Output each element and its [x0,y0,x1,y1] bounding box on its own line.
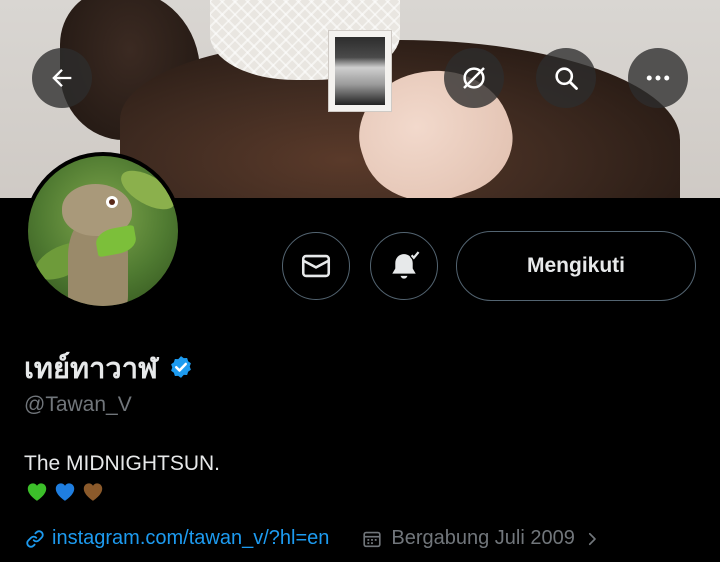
search-icon [555,67,578,90]
message-button[interactable] [282,232,350,300]
joined-date[interactable]: Bergabung Juli 2009 [361,527,600,550]
back-button[interactable] [32,48,92,108]
display-name: เทย์ทาวาฬ [24,351,158,385]
banner-photo [328,30,392,112]
arrow-left-icon [52,69,72,87]
notifications-button[interactable] [370,232,438,300]
joined-date-text: Bergabung Juli 2009 [391,527,575,549]
circle-slash-icon [463,67,485,89]
bio-emoji-row [24,478,106,504]
bio-text: The MIDNIGHTSUN. [24,452,221,475]
more-horizontal-icon [646,75,670,81]
brown-heart-icon [83,483,103,501]
chevron-right-icon [588,532,596,545]
following-button[interactable]: Mengikuti [456,231,696,301]
translate-button[interactable] [444,48,504,108]
link-icon [26,529,44,548]
mail-icon [301,254,331,278]
profile-meta: instagram.com/tawan_v/?hl=en Bergabung J… [24,527,601,550]
more-button[interactable] [628,48,688,108]
profile-link-text[interactable]: instagram.com/tawan_v/?hl=en [52,527,329,550]
search-button[interactable] [536,48,596,108]
user-handle: @Tawan_V [24,393,132,416]
calendar-icon [363,531,381,547]
verified-badge-icon[interactable] [166,353,196,383]
avatar[interactable] [24,152,182,310]
green-heart-icon [27,483,47,501]
blue-heart-icon [55,483,75,501]
profile-name-row: เทย์ทาวาฬ [24,345,196,391]
profile-link[interactable]: instagram.com/tawan_v/?hl=en [24,527,329,550]
bell-check-icon [392,250,421,279]
